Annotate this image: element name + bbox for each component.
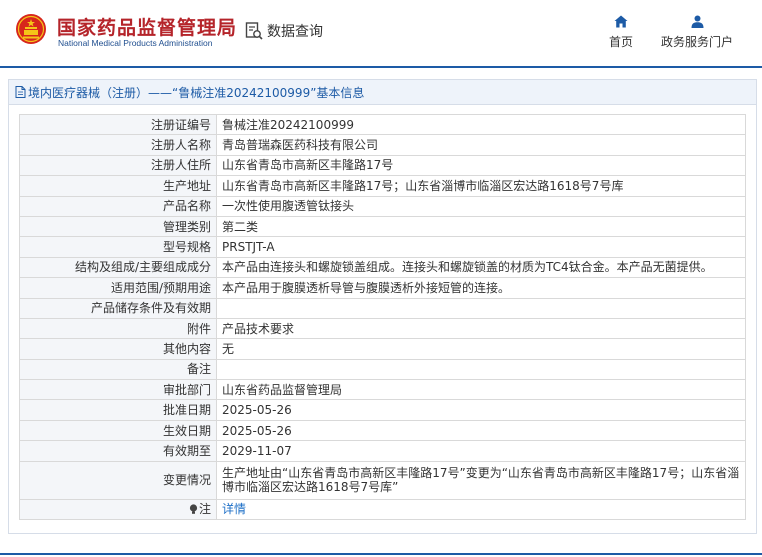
row-label: 注册人住所 [19,154,217,177]
table-row: 审批部门 山东省药品监督管理局 [19,379,746,401]
row-value: 鲁械注准20242100999 [216,113,746,136]
data-query-link[interactable]: 数据查询 [244,21,323,41]
note-label: 注 [198,502,211,517]
row-value [216,297,746,319]
table-row: 产品名称 一次性使用腹透管钛接头 [19,195,746,217]
row-value: 无 [216,338,746,360]
table-row: 注册人名称 青岛普瑞森医药科技有限公司 [19,134,746,156]
row-label: 型号规格 [19,236,217,258]
document-icon [15,86,26,98]
details-link[interactable]: 详情 [222,502,246,516]
row-label: 结构及组成/主要组成成分 [19,256,217,279]
row-value: 山东省青岛市高新区丰隆路17号 [216,154,746,177]
row-value: 第二类 [216,215,746,238]
row-label: 注册人名称 [19,134,217,156]
row-value: 2025-05-26 [216,399,746,421]
row-label: 审批部门 [19,379,217,401]
row-value: 本产品由连接头和螺旋锁盖组成。连接头和螺旋锁盖的材质为TC4钛合金。本产品无菌提… [216,256,746,279]
table-row: 生产地址 山东省青岛市高新区丰隆路17号；山东省淄博市临淄区宏达路1618号7号库 [19,175,746,197]
row-value: 山东省药品监督管理局 [216,379,746,401]
table-row: 管理类别 第二类 [19,215,746,238]
site-name: 国家药品监督管理局 [57,17,238,39]
row-label: 管理类别 [19,215,217,238]
site-header: 国家药品监督管理局 National Medical Products Admi… [0,0,762,66]
table-row: 注 详情 [19,498,746,521]
header-divider [0,66,762,68]
nav-home-label: 首页 [608,35,633,49]
device-info-panel: 境内医疗器械（注册）——“鲁械注准20242100999”基本信息 注册证编号鲁… [8,79,757,534]
table-row: 附件 产品技术要求 [19,317,746,340]
lightbulb-icon [189,504,198,515]
table-row: 备注 [19,358,746,381]
nav-service-portal-label: 政务服务门户 [660,35,733,49]
row-value: 本产品用于腹膜透析导管与腹膜透析外接短管的连接。 [216,277,746,299]
info-table: 注册证编号 鲁械注准20242100999 注册人名称 青岛普瑞森医药科技有限公司 … [19,113,746,521]
national-emblem-icon [16,14,46,44]
row-label: 产品储存条件及有效期 [19,297,217,319]
table-row: 批准日期 2025-05-26 [19,399,746,421]
row-value: 山东省青岛市高新区丰隆路17号；山东省淄博市临淄区宏达路1618号7号库 [216,175,746,197]
table-row: 生效日期 2025-05-26 [19,419,746,442]
panel-title: 境内医疗器械（注册）——“鲁械注准20242100999”基本信息 [28,85,365,100]
row-value: 产品技术要求 [216,317,746,340]
table-row: 其他内容无 [19,338,746,360]
row-label: 产品名称 [19,195,217,217]
row-label: 有效期至 [19,440,217,462]
document-search-icon [245,22,263,40]
table-row: 注册人住所 山东省青岛市高新区丰隆路17号 [19,154,746,177]
home-icon [614,15,628,28]
table-row: 产品储存条件及有效期 [19,297,746,319]
row-label: 批准日期 [19,399,217,421]
table-row: 结构及组成/主要组成成分 本产品由连接头和螺旋锁盖组成。连接头和螺旋锁盖的材质为T… [19,256,746,279]
row-label: 附件 [19,317,217,340]
row-label: 变更情况 [19,460,217,500]
data-query-label: 数据查询 [267,24,323,40]
row-label: 其他内容 [19,338,217,360]
row-value: PRSTJT-A [216,236,746,258]
table-row: 有效期至 2029-11-07 [19,440,746,462]
table-row: 型号规格 PRSTJT-A [19,236,746,258]
row-value [216,358,746,381]
row-label: 生效日期 [19,419,217,442]
row-value: 青岛普瑞森医药科技有限公司 [216,134,746,156]
row-label: 注 [19,498,217,521]
footer-divider [0,553,762,555]
row-value: 生产地址由“山东省青岛市高新区丰隆路17号”变更为“山东省青岛市高新区丰隆路17… [216,460,746,500]
user-icon [691,15,703,28]
site-english-name: National Medical Products Administration [58,38,213,48]
row-value: 2025-05-26 [216,419,746,442]
row-value: 详情 [216,498,746,521]
nav-service-portal[interactable]: 政务服务门户 [659,15,735,50]
nav-home[interactable]: 首页 [607,15,635,50]
row-label: 生产地址 [19,175,217,197]
row-label: 备注 [19,358,217,381]
table-row: 变更情况 生产地址由“山东省青岛市高新区丰隆路17号”变更为“山东省青岛市高新区丰… [19,460,746,500]
row-label: 适用范围/预期用途 [19,277,217,299]
row-value: 2029-11-07 [216,440,746,462]
row-value: 一次性使用腹透管钛接头 [216,195,746,217]
table-row: 注册证编号 鲁械注准20242100999 [19,113,746,136]
table-row: 适用范围/预期用途 本产品用于腹膜透析导管与腹膜透析外接短管的连接。 [19,277,746,299]
row-label: 注册证编号 [19,113,217,136]
panel-title-bar: 境内医疗器械（注册）——“鲁械注准20242100999”基本信息 [9,80,756,105]
